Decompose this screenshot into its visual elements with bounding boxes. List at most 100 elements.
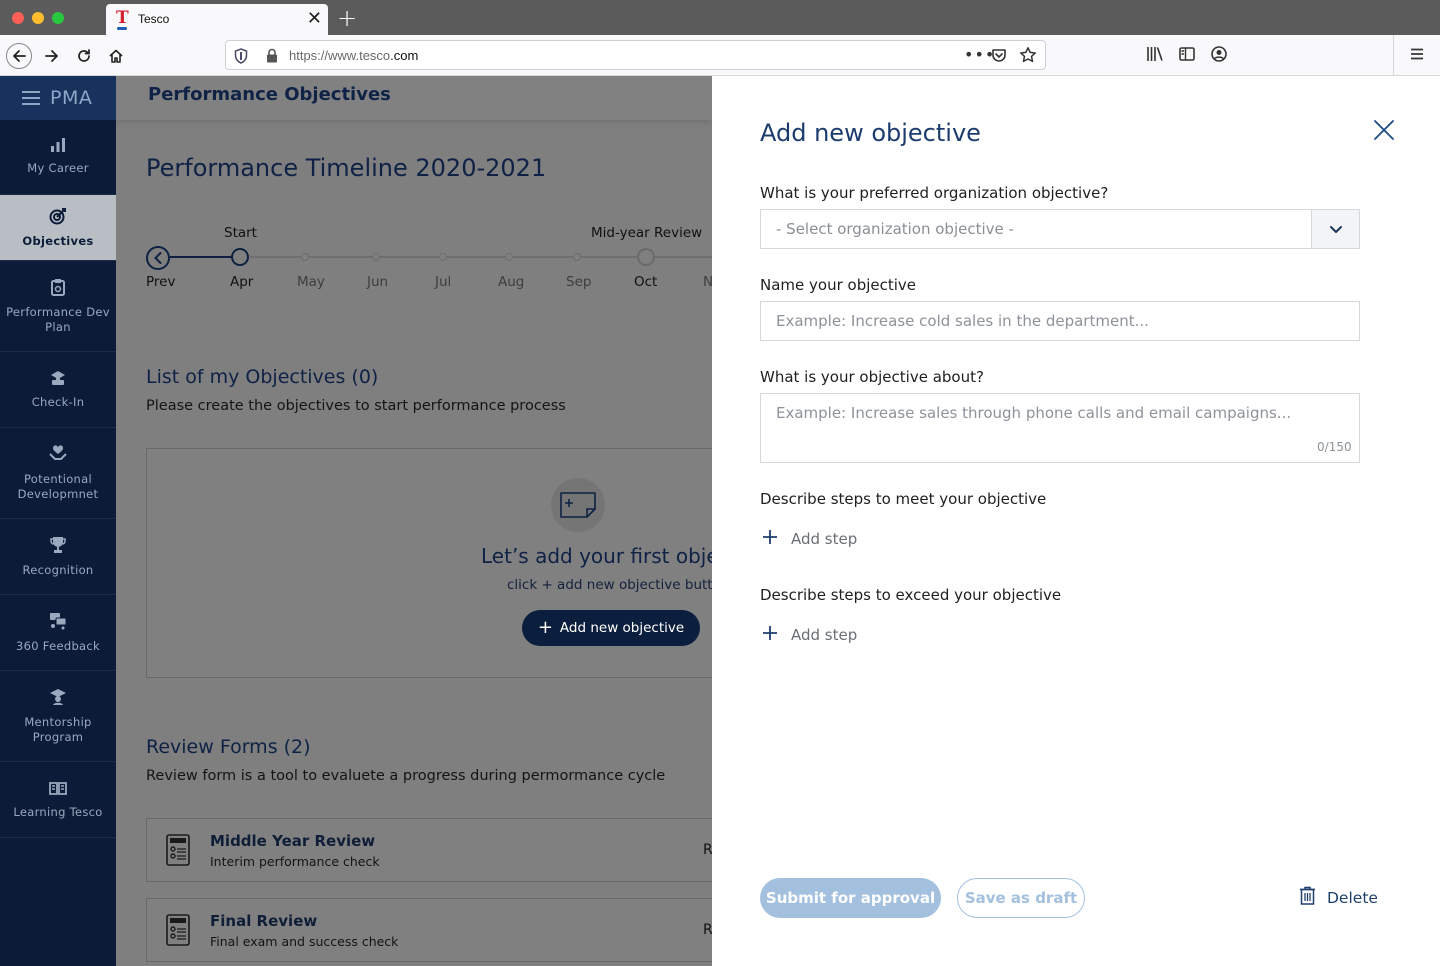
tab-close-icon[interactable]: ✕ [307,9,322,29]
timeline-month: N [703,274,712,290]
bar-chart-icon [50,138,66,156]
timeline-prev-button[interactable] [146,246,170,270]
trash-icon [1299,886,1316,909]
app-menu-icon[interactable] [1408,45,1426,67]
timeline-progress-line [170,256,232,258]
sidebar-item-learning-tesco[interactable]: Learning Tesco [0,762,116,838]
window-zoom-button[interactable] [52,12,64,24]
timeline-month: Sep [566,274,592,290]
character-counter: 0/150 [1317,440,1352,454]
pocket-icon[interactable] [991,47,1007,67]
window-minimize-button[interactable] [32,12,44,24]
objectives-title: List of my Objectives (0) [146,366,379,388]
account-icon[interactable] [1210,45,1228,67]
empty-state-title: Let’s add your first objective [481,544,712,568]
review-form-icon [166,834,190,870]
review-form-title: Middle Year Review [210,832,376,850]
sidebar-item-label: Mentorship Program [24,714,92,744]
timeline-month: Apr [230,274,254,290]
delete-button[interactable]: Delete [1299,886,1378,909]
sidebar-item-performance-dev-plan[interactable]: Performance Dev Plan [0,261,116,352]
plus-icon [762,529,778,549]
window-close-button[interactable] [12,12,24,24]
mentor-icon [49,688,67,710]
review-forms-title: Review Forms (2) [146,736,311,758]
sidebar-item-mentorship-program[interactable]: Mentorship Program [0,671,116,762]
add-objective-drawer: Add new objective What is your preferred… [712,76,1440,966]
toolbar-separator [1393,35,1394,75]
sidebar-item-check-in[interactable]: Check-In [0,352,116,428]
save-as-draft-button[interactable]: Save as draft [957,878,1085,918]
url-text[interactable]: https://www.tesco.com [289,48,418,63]
back-icon[interactable] [6,43,32,69]
org-objective-placeholder: - Select organization objective - [776,220,1014,238]
reload-icon[interactable] [71,43,97,69]
timeline-month: Jul [435,274,452,290]
sidebar-item-objectives[interactable]: Objectives [0,195,116,261]
review-form-subtitle: Final exam and success check [210,934,399,949]
review-form-card[interactable]: Middle Year Review Interim performance c… [146,818,712,882]
sidebar-toggle-icon[interactable] [1178,45,1196,67]
org-objective-select[interactable]: - Select organization objective - [760,209,1360,249]
add-step-label: Add step [791,530,858,548]
lock-icon[interactable] [266,48,278,67]
org-objective-label: What is your preferred organization obje… [760,184,1109,202]
add-new-objective-button[interactable]: + Add new objective [522,610,700,646]
timeline-dot [372,253,380,261]
hamburger-menu-icon[interactable] [22,91,40,105]
objective-about-textarea[interactable] [760,393,1360,463]
review-form-title: Final Review [210,912,318,930]
timeline-prev-label: Prev [146,274,176,290]
bookmark-star-icon[interactable] [1019,46,1037,68]
timeline-month: May [297,274,325,290]
sidebar-item-label: My Career [27,161,89,175]
url-bar[interactable]: https://www.tesco.com ••• [225,40,1046,70]
timeline-month: Aug [498,274,525,290]
page-title: Performance Objectives [148,84,391,105]
main-content: Performance Objectives Performance Timel… [116,76,712,966]
delete-label: Delete [1327,888,1378,907]
feedback-icon [49,612,67,634]
add-step-label: Add step [791,626,858,644]
timeline-dot [505,253,513,261]
sidebar-item-label: Performance Dev Plan [6,304,110,334]
sidebar-item-potential-development[interactable]: Potentional Developmnet [0,428,116,519]
submit-for-approval-button[interactable]: Submit for approval [760,878,941,918]
plus-icon: + [537,617,553,638]
sidebar-header: PMA [0,76,116,120]
new-tab-button[interactable]: + [337,5,357,31]
heart-hands-icon [49,444,67,467]
forward-icon[interactable] [39,43,65,69]
tracking-shield-icon[interactable] [234,48,248,68]
timeline-title: Performance Timeline 2020-2021 [146,154,547,182]
sticky-note-icon [551,478,605,532]
sidebar-item-recognition[interactable]: Recognition [0,519,116,595]
app-sidebar: PMA My Career Objectives Performance Dev… [0,76,116,966]
review-form-card[interactable]: Final Review Final exam and success chec… [146,898,712,962]
review-form-status: R [703,842,712,858]
objective-about-label: What is your objective about? [760,368,984,386]
library-icon[interactable] [1146,45,1164,67]
add-objective-label: Add new objective [559,620,685,636]
sidebar-item-label: Learning Tesco [13,804,103,819]
timeline-dot [573,253,581,261]
objective-name-label: Name your objective [760,276,917,294]
check-in-icon [49,370,67,390]
home-icon[interactable] [103,43,129,69]
timeline-month: Oct [634,274,658,290]
app-brand: PMA [50,87,93,109]
empty-state-subtitle: click + add new objective button [507,577,712,593]
sidebar-item-my-career[interactable]: My Career [0,120,116,195]
add-exceed-step-button[interactable]: Add step [762,625,857,645]
timeline-midyear-marker [637,248,655,266]
add-meet-step-button[interactable]: Add step [762,529,857,549]
close-icon[interactable] [1372,118,1396,142]
objective-name-input[interactable] [760,301,1360,341]
sidebar-item-360-feedback[interactable]: 360 Feedback [0,595,116,671]
meet-steps-label: Describe steps to meet your objective [760,490,1047,508]
tab-title: Tesco [138,12,170,26]
browser-tab[interactable]: T Tesco ✕ [106,4,328,35]
book-icon [49,780,67,800]
sidebar-item-label: Recognition [22,562,94,577]
chevron-down-icon[interactable] [1311,210,1359,248]
